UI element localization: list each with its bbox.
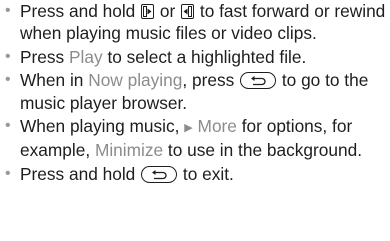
more-highlight: More bbox=[197, 116, 237, 137]
right-arrow-icon: ▶ bbox=[184, 122, 193, 135]
forward-key-icon bbox=[141, 4, 155, 19]
item-text: Press and hold bbox=[20, 1, 136, 21]
item-text: When playing music, bbox=[20, 116, 180, 137]
bullet-icon: • bbox=[5, 164, 11, 182]
back-key-icon bbox=[240, 72, 277, 90]
play-highlight: Play bbox=[69, 46, 103, 67]
item-text: to select a highlighted file. bbox=[107, 46, 307, 67]
item-text: to exit. bbox=[182, 163, 234, 184]
instruction-list: • Press and hold or to fast forward or r… bbox=[2, 0, 388, 186]
bullet-icon: • bbox=[5, 71, 11, 89]
list-item: • Press and hold or to fast forward or r… bbox=[2, 0, 388, 45]
item-text: , press bbox=[182, 70, 235, 91]
item-text: Press and hold bbox=[20, 163, 136, 184]
bullet-icon: • bbox=[5, 47, 11, 65]
list-item: • When in Now playing, press to go to th… bbox=[2, 69, 388, 114]
item-text: to use in the background. bbox=[167, 140, 362, 161]
minimize-highlight: Minimize bbox=[94, 140, 164, 161]
item-text: When in bbox=[20, 70, 84, 91]
rewind-key-icon bbox=[181, 4, 195, 19]
back-key-icon bbox=[141, 165, 178, 183]
item-text: or bbox=[159, 1, 176, 21]
list-item: • Press and hold to exit. bbox=[2, 163, 388, 185]
list-item: • Press Play to select a highlighted fil… bbox=[2, 46, 388, 68]
list-item: • When playing music, ▶ More for options… bbox=[2, 115, 388, 162]
bullet-icon: • bbox=[5, 2, 11, 19]
now-playing-highlight: Now playing bbox=[88, 70, 183, 91]
item-text: Press bbox=[20, 46, 65, 67]
bullet-icon: • bbox=[5, 117, 11, 135]
